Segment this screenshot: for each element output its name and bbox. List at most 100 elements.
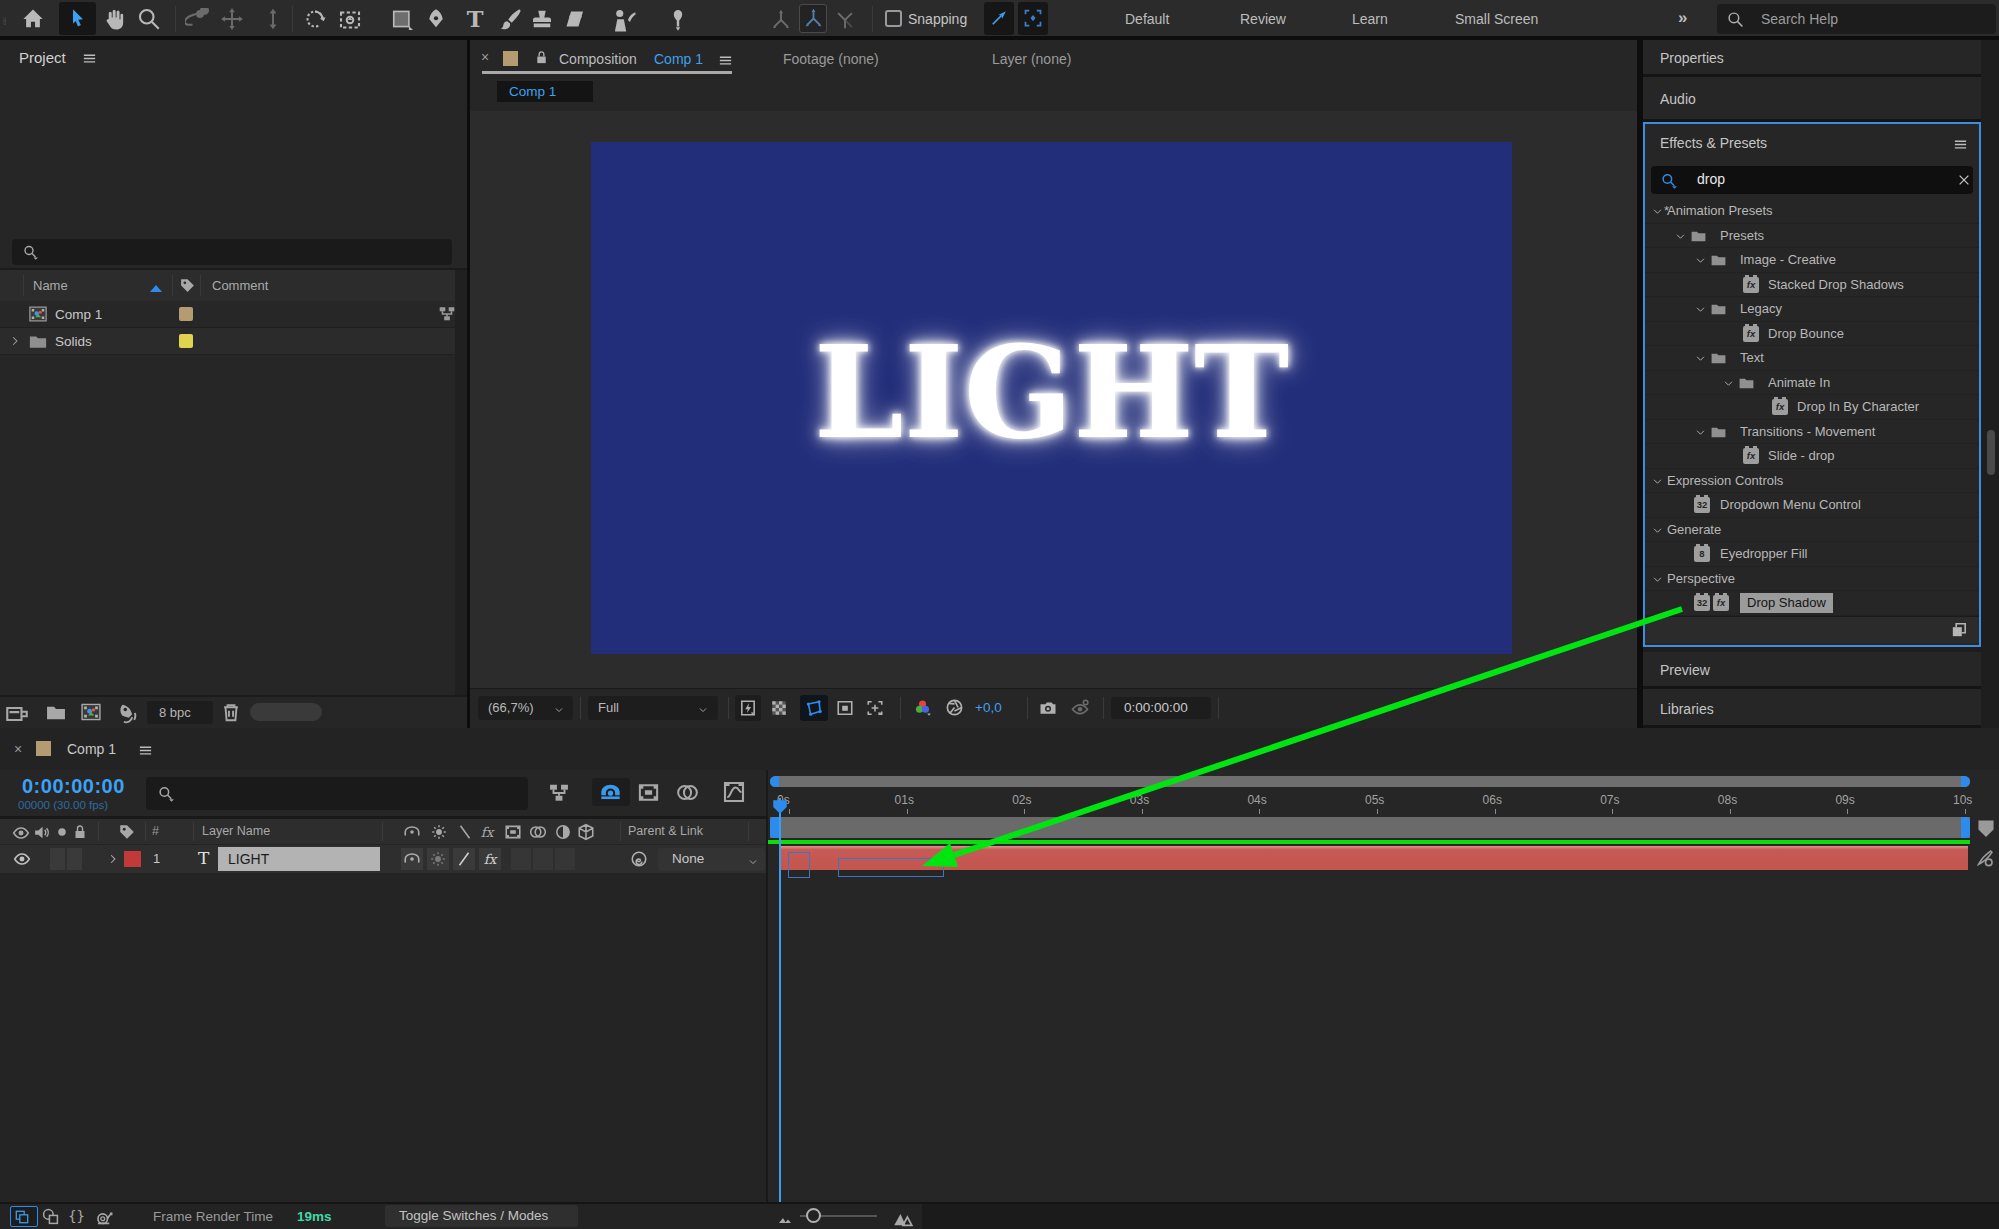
channel-icon[interactable]: [913, 698, 932, 717]
roto-brush-tool-icon[interactable]: [610, 7, 636, 33]
tree-item-expression-controls[interactable]: Expression Controls: [1645, 469, 1979, 494]
layer-quality-icon[interactable]: [455, 850, 473, 868]
mask-visibility-button[interactable]: [800, 695, 828, 721]
tree-item-drop-shadow[interactable]: 32fxDrop Shadow: [1645, 591, 1979, 616]
new-animation-preset-icon[interactable]: [1950, 621, 1968, 639]
project-panel-menu-icon[interactable]: [82, 51, 97, 66]
transparency-grid-icon[interactable]: [770, 699, 788, 717]
layer-duration-bar[interactable]: [781, 846, 1968, 870]
shy-toggle-button[interactable]: [592, 778, 630, 806]
timeline-ruler[interactable]: 0s01s02s03s04s05s06s07s08s09s10s: [768, 790, 1999, 816]
layer-expand-chevron-icon[interactable]: [107, 853, 119, 865]
snapshot-icon[interactable]: [1038, 698, 1058, 718]
chevron-down-icon[interactable]: [1652, 206, 1663, 217]
chevron-down-icon[interactable]: [1695, 427, 1706, 438]
selection-tool[interactable]: [59, 2, 96, 35]
bit-depth-button[interactable]: 8 bpc: [147, 701, 213, 724]
timeline-search-box[interactable]: [146, 777, 528, 810]
tree-item-animate-in[interactable]: Animate In: [1645, 371, 1979, 396]
tree-item-perspective[interactable]: Perspective: [1645, 567, 1979, 592]
work-area-start[interactable]: [770, 817, 779, 838]
trash-icon[interactable]: [220, 701, 242, 723]
parent-pickwhip-icon[interactable]: [630, 850, 648, 868]
clear-search-icon[interactable]: [1957, 173, 1971, 187]
tree-item-image-creative[interactable]: Image - Creative: [1645, 248, 1979, 273]
puppet-pin-tool-icon[interactable]: [666, 7, 690, 31]
tree-item-generate[interactable]: Generate: [1645, 518, 1979, 543]
zoom-tool-icon[interactable]: [137, 7, 161, 31]
fast-previews-button[interactable]: [735, 695, 761, 721]
workspace-tab-review[interactable]: Review: [1240, 11, 1286, 27]
viewer-tab-comp-name[interactable]: Comp 1: [654, 51, 703, 67]
layer-shy-icon[interactable]: [403, 850, 421, 868]
hand-tool-icon[interactable]: [102, 7, 126, 31]
chevron-down-icon[interactable]: [1675, 231, 1686, 242]
chevron-down-icon[interactable]: [1723, 378, 1734, 389]
tree-item-drop-in-by-character[interactable]: fxDrop In By Character: [1645, 395, 1979, 420]
flowchart-icon[interactable]: [438, 305, 456, 323]
layer-name-column-label[interactable]: Layer Name: [202, 824, 270, 838]
dolly-tool-icon[interactable]: [262, 8, 284, 30]
view-axis-mode-icon[interactable]: [834, 9, 856, 31]
layer-color-swatch[interactable]: [124, 851, 141, 867]
exposure-icon[interactable]: [945, 698, 964, 717]
motion-blur-icon[interactable]: [676, 781, 699, 804]
tree-item-transitions-movement[interactable]: Transitions - Movement: [1645, 420, 1979, 445]
viewer-tab-layer[interactable]: Layer (none): [992, 51, 1071, 67]
navigator-start-handle[interactable]: [770, 776, 779, 787]
layer-collapse-icon[interactable]: [429, 850, 447, 868]
timeline-tab-close[interactable]: ×: [14, 741, 22, 757]
zoom-in-mountain-icon[interactable]: [893, 1209, 913, 1229]
playhead-head[interactable]: [771, 798, 789, 816]
guides-icon[interactable]: [866, 699, 884, 717]
effects-presets-menu-icon[interactable]: [1953, 137, 1968, 152]
properties-panel-header[interactable]: Properties: [1643, 40, 1981, 74]
graph-editor-icon[interactable]: [722, 780, 746, 804]
snap-frame-button[interactable]: [1018, 2, 1048, 35]
work-area-end[interactable]: [1961, 817, 1970, 838]
tree-item-slide-drop[interactable]: fxSlide - drop: [1645, 444, 1979, 469]
work-area-bar[interactable]: [770, 817, 1970, 838]
clone-stamp-tool-icon[interactable]: [530, 7, 554, 31]
new-composition-icon[interactable]: [80, 701, 102, 723]
world-axis-mode[interactable]: [799, 4, 827, 33]
help-search-box[interactable]: Search Help: [1717, 4, 1996, 34]
zoom-out-mountain-icon[interactable]: [777, 1211, 793, 1227]
timeline-navigator-bar[interactable]: [770, 776, 1970, 787]
viewer-panel-menu-icon[interactable]: [718, 53, 733, 68]
timeline-timecode[interactable]: 0:00:00:00: [22, 775, 125, 798]
snapping-checkbox[interactable]: [885, 10, 902, 27]
viewer-tab-title[interactable]: Composition: [559, 51, 637, 67]
expand-layer-switches-icon[interactable]: [15, 1210, 29, 1224]
navigator-end-handle[interactable]: [1961, 776, 1970, 787]
tree-item-drop-bounce[interactable]: fxDrop Bounce: [1645, 322, 1979, 347]
tree-item-text[interactable]: Text: [1645, 346, 1979, 371]
camera-tool-icon[interactable]: [338, 8, 362, 32]
region-of-interest-icon[interactable]: [836, 699, 854, 717]
viewer-canvas[interactable]: LIGHT: [470, 111, 1637, 688]
show-snapshot-icon[interactable]: [1070, 698, 1090, 718]
timeline-panel-menu-icon[interactable]: [138, 743, 153, 758]
project-scrollbar[interactable]: [455, 270, 467, 698]
type-tool-icon[interactable]: T: [463, 7, 487, 31]
chevron-down-icon[interactable]: [1695, 255, 1706, 266]
tree-item-dropdown-menu-control[interactable]: 32Dropdown Menu Control: [1645, 493, 1979, 518]
tree-item-legacy[interactable]: Legacy: [1645, 297, 1979, 322]
libraries-panel-header[interactable]: Libraries: [1643, 689, 1981, 725]
viewer-timecode[interactable]: 0:00:00:00: [1111, 697, 1211, 719]
frame-blend-icon[interactable]: [637, 781, 660, 804]
chevron-down-icon[interactable]: [1652, 525, 1663, 536]
layer-visibility-icon[interactable]: [13, 850, 31, 868]
chevron-down-icon[interactable]: [1695, 353, 1706, 364]
local-axis-mode-icon[interactable]: [770, 9, 792, 31]
parent-link-column-label[interactable]: Parent & Link: [628, 824, 703, 838]
label-color-swatch[interactable]: [179, 307, 193, 321]
viewer-tab-footage[interactable]: Footage (none): [783, 51, 879, 67]
project-column-name[interactable]: Name: [33, 278, 68, 293]
project-column-comment[interactable]: Comment: [212, 278, 268, 293]
pen-tool-icon[interactable]: [424, 7, 448, 31]
comp-button-icon[interactable]: [1975, 848, 1995, 868]
layer-row[interactable]: 1 T LIGHT fx None: [0, 845, 766, 873]
home-tool-icon[interactable]: [22, 8, 44, 30]
timeline-zoom-slider-knob[interactable]: [806, 1208, 821, 1223]
